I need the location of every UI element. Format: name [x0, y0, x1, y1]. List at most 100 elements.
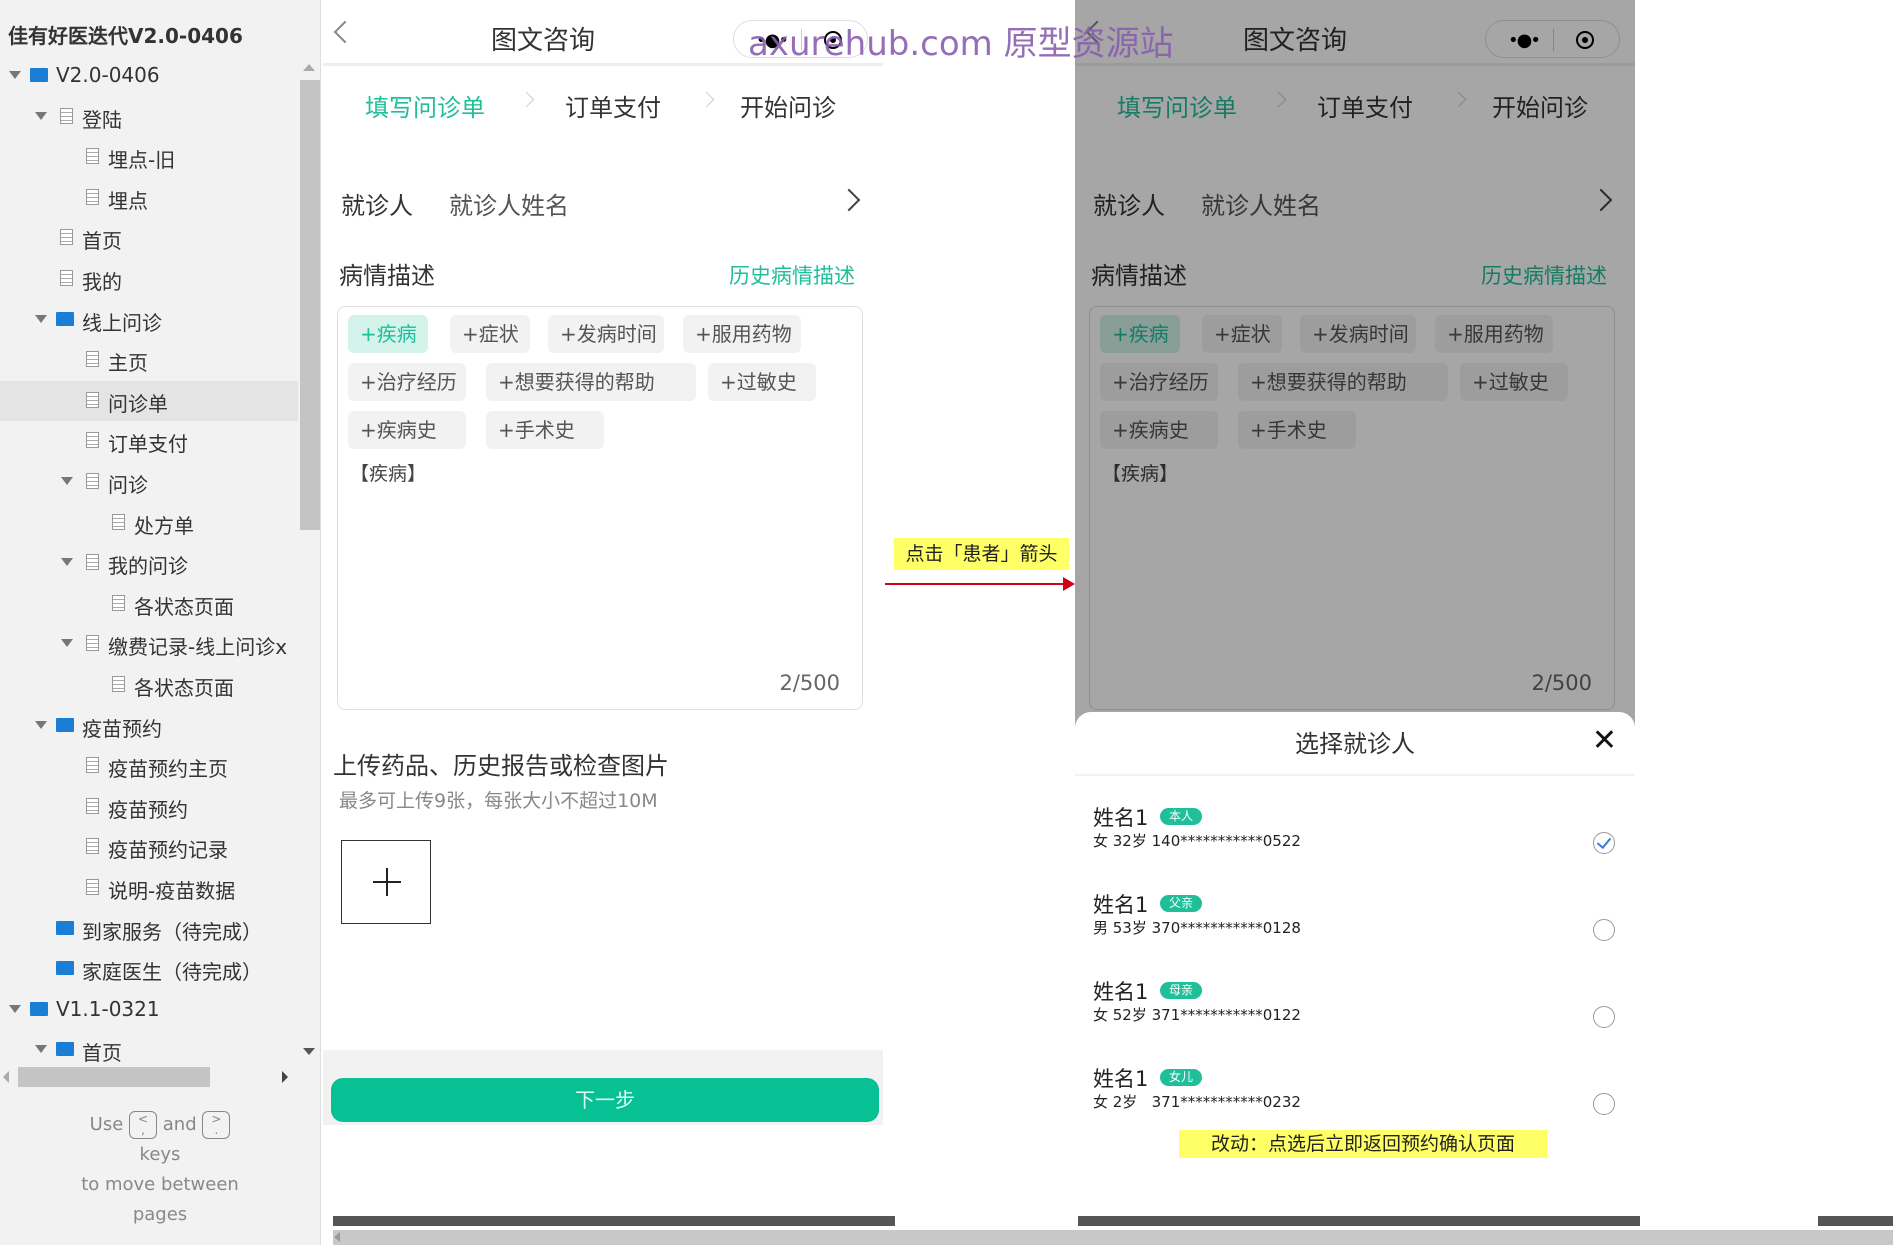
- symptom-tag[interactable]: +治疗经历: [348, 363, 466, 401]
- relation-badge: 女儿: [1160, 1069, 1203, 1086]
- folder-icon: [56, 961, 74, 976]
- expand-arrow-icon[interactable]: [9, 71, 21, 79]
- description-textarea[interactable]: +疾病 +症状 +发病时间 +服用药物 +治疗经历 +想要获得的帮助 +过敏史 +疾病史 +手术…: [337, 306, 863, 710]
- radio-unchecked-icon[interactable]: [1593, 1093, 1615, 1115]
- tree-item-label: V1.1-0321: [56, 996, 160, 1021]
- symptom-tag[interactable]: +症状: [450, 315, 530, 353]
- tree-item-label: 首页: [82, 229, 122, 254]
- tree-item-label: 疫苗预约记录: [108, 838, 228, 863]
- tree-item[interactable]: 缴费记录-线上问诊x: [0, 624, 298, 664]
- symptom-tag[interactable]: +疾病: [348, 315, 428, 353]
- canvas-horizontal-scrollbar[interactable]: [333, 1230, 1893, 1245]
- symptom-tag[interactable]: +想要获得的帮助: [486, 363, 696, 401]
- tree-item[interactable]: 我的: [0, 259, 298, 299]
- tree-item-label: V2.0-0406: [56, 63, 160, 87]
- expand-arrow-icon[interactable]: [35, 111, 47, 120]
- page-icon: [86, 432, 99, 449]
- history-description-link[interactable]: 历史病情描述: [729, 260, 855, 290]
- tree-item[interactable]: 说明-疫苗数据: [0, 868, 298, 908]
- tree-item[interactable]: 首页: [0, 218, 298, 258]
- tree-item-label: 疫苗预约: [82, 716, 162, 741]
- patient-option[interactable]: 姓名1 女儿 女 2岁 371***********0232: [1075, 1063, 1635, 1125]
- page-title: 图文咨询: [490, 26, 595, 56]
- tree-item[interactable]: V1.1-0321: [0, 990, 298, 1030]
- tree-item[interactable]: 到家服务（待完成）: [0, 909, 298, 949]
- sitemap-sidebar: 佳有好医迭代V2.0-0406 V2.0-0406 登陆 埋点-旧 埋点 首页 我的 线上问…: [0, 0, 321, 1245]
- symptom-tag[interactable]: +疾病史: [348, 411, 466, 449]
- step-item: 开始问诊: [740, 94, 836, 122]
- tree-item[interactable]: 问诊单: [0, 380, 298, 421]
- symptom-tag[interactable]: +服用药物: [683, 315, 801, 353]
- horizontal-scrollbar[interactable]: [18, 1067, 210, 1087]
- tree-item[interactable]: 埋点: [0, 178, 298, 218]
- annotation-change-note: 改动：点选后立即返回预约确认页面: [1179, 1130, 1547, 1158]
- tree-item[interactable]: 各状态页面: [0, 665, 298, 705]
- tree-item[interactable]: 各状态页面: [0, 584, 298, 624]
- radio-unchecked-icon[interactable]: [1593, 1006, 1615, 1028]
- patient-info: 女 2岁 371***********0232: [1093, 1093, 1301, 1111]
- upload-hint: 最多可上传9张，每张大小不超过10M: [339, 790, 658, 812]
- watermark: axurehub.com 原型资源站: [748, 24, 1174, 64]
- tree-item[interactable]: 主页: [0, 340, 298, 380]
- patient-option[interactable]: 姓名1 父亲 男 53岁 370***********0128: [1075, 889, 1635, 969]
- vertical-scrollbar[interactable]: [300, 80, 320, 530]
- tree-item-label: 登陆: [82, 107, 122, 132]
- tree-item[interactable]: V2.0-0406: [0, 56, 298, 96]
- tree-item[interactable]: 订单支付: [0, 421, 298, 461]
- close-icon[interactable]: ✕: [1592, 726, 1617, 756]
- expand-arrow-icon[interactable]: [35, 1045, 47, 1054]
- hint-text: and: [162, 1114, 197, 1135]
- next-key-icon: >.: [202, 1111, 231, 1139]
- patient-option[interactable]: 姓名1 母亲 女 52岁 371***********0122: [1075, 976, 1635, 1056]
- page-icon: [86, 838, 99, 855]
- page-icon: [60, 229, 73, 246]
- folder-icon: [30, 68, 48, 82]
- tree-item[interactable]: 线上问诊: [0, 300, 298, 340]
- tree-item[interactable]: 家庭医生（待完成）: [0, 949, 298, 989]
- tree-item-label: 家庭医生（待完成）: [82, 960, 262, 985]
- radio-unchecked-icon[interactable]: [1593, 919, 1615, 941]
- patient-name: 姓名1: [1093, 1067, 1149, 1091]
- chevron-right-icon[interactable]: [837, 188, 861, 212]
- scroll-left-icon[interactable]: [3, 1071, 9, 1083]
- scroll-right-icon[interactable]: [282, 1071, 288, 1083]
- tree-item[interactable]: 埋点-旧: [0, 137, 298, 177]
- patient-name: 姓名1: [1093, 806, 1149, 830]
- tree-item[interactable]: 问诊: [0, 462, 298, 502]
- select-patient-sheet: 选择就诊人 ✕ 姓名1 本人 女 32岁 140***********0522 …: [1075, 712, 1635, 1125]
- folder-icon: [56, 717, 74, 732]
- tree-item[interactable]: 我的问诊: [0, 543, 298, 583]
- expand-arrow-icon[interactable]: [9, 1004, 21, 1013]
- tree-item[interactable]: 首页: [0, 1030, 298, 1070]
- expand-arrow-icon[interactable]: [61, 639, 73, 648]
- tree-item[interactable]: 疫苗预约主页: [0, 746, 298, 786]
- next-step-button[interactable]: 下一步: [331, 1078, 879, 1122]
- page-icon: [86, 797, 99, 814]
- symptom-tag[interactable]: +手术史: [486, 411, 604, 449]
- scroll-left-icon[interactable]: [334, 1232, 340, 1242]
- scroll-up-icon[interactable]: [303, 64, 315, 71]
- tree-item[interactable]: 疫苗预约: [0, 706, 298, 746]
- expand-arrow-icon[interactable]: [61, 558, 73, 567]
- patient-label: 就诊人: [341, 192, 413, 220]
- expand-arrow-icon[interactable]: [35, 720, 47, 729]
- step-item: 填写问诊单: [365, 94, 485, 122]
- patient-option[interactable]: 姓名1 本人 女 32岁 140***********0522: [1075, 802, 1635, 882]
- tree-item[interactable]: 疫苗预约记录: [0, 827, 298, 867]
- canvas-scroll-segment: [1078, 1216, 1640, 1226]
- page-icon: [86, 554, 99, 571]
- symptom-tag[interactable]: +过敏史: [708, 363, 816, 401]
- tree-item[interactable]: 疫苗预约: [0, 787, 298, 827]
- tree-item[interactable]: 登陆: [0, 97, 298, 137]
- expand-arrow-icon[interactable]: [61, 477, 73, 485]
- tree-item[interactable]: 处方单: [0, 503, 298, 543]
- radio-checked-icon[interactable]: [1593, 832, 1615, 854]
- scroll-down-icon[interactable]: [303, 1048, 315, 1055]
- tree-item-label: 说明-疫苗数据: [108, 879, 236, 903]
- page-icon: [86, 757, 99, 774]
- add-image-button[interactable]: [341, 840, 431, 924]
- expand-arrow-icon[interactable]: [35, 314, 47, 323]
- relation-badge: 母亲: [1160, 982, 1203, 999]
- patient-name: 姓名1: [1093, 893, 1149, 917]
- symptom-tag[interactable]: +发病时间: [548, 315, 664, 353]
